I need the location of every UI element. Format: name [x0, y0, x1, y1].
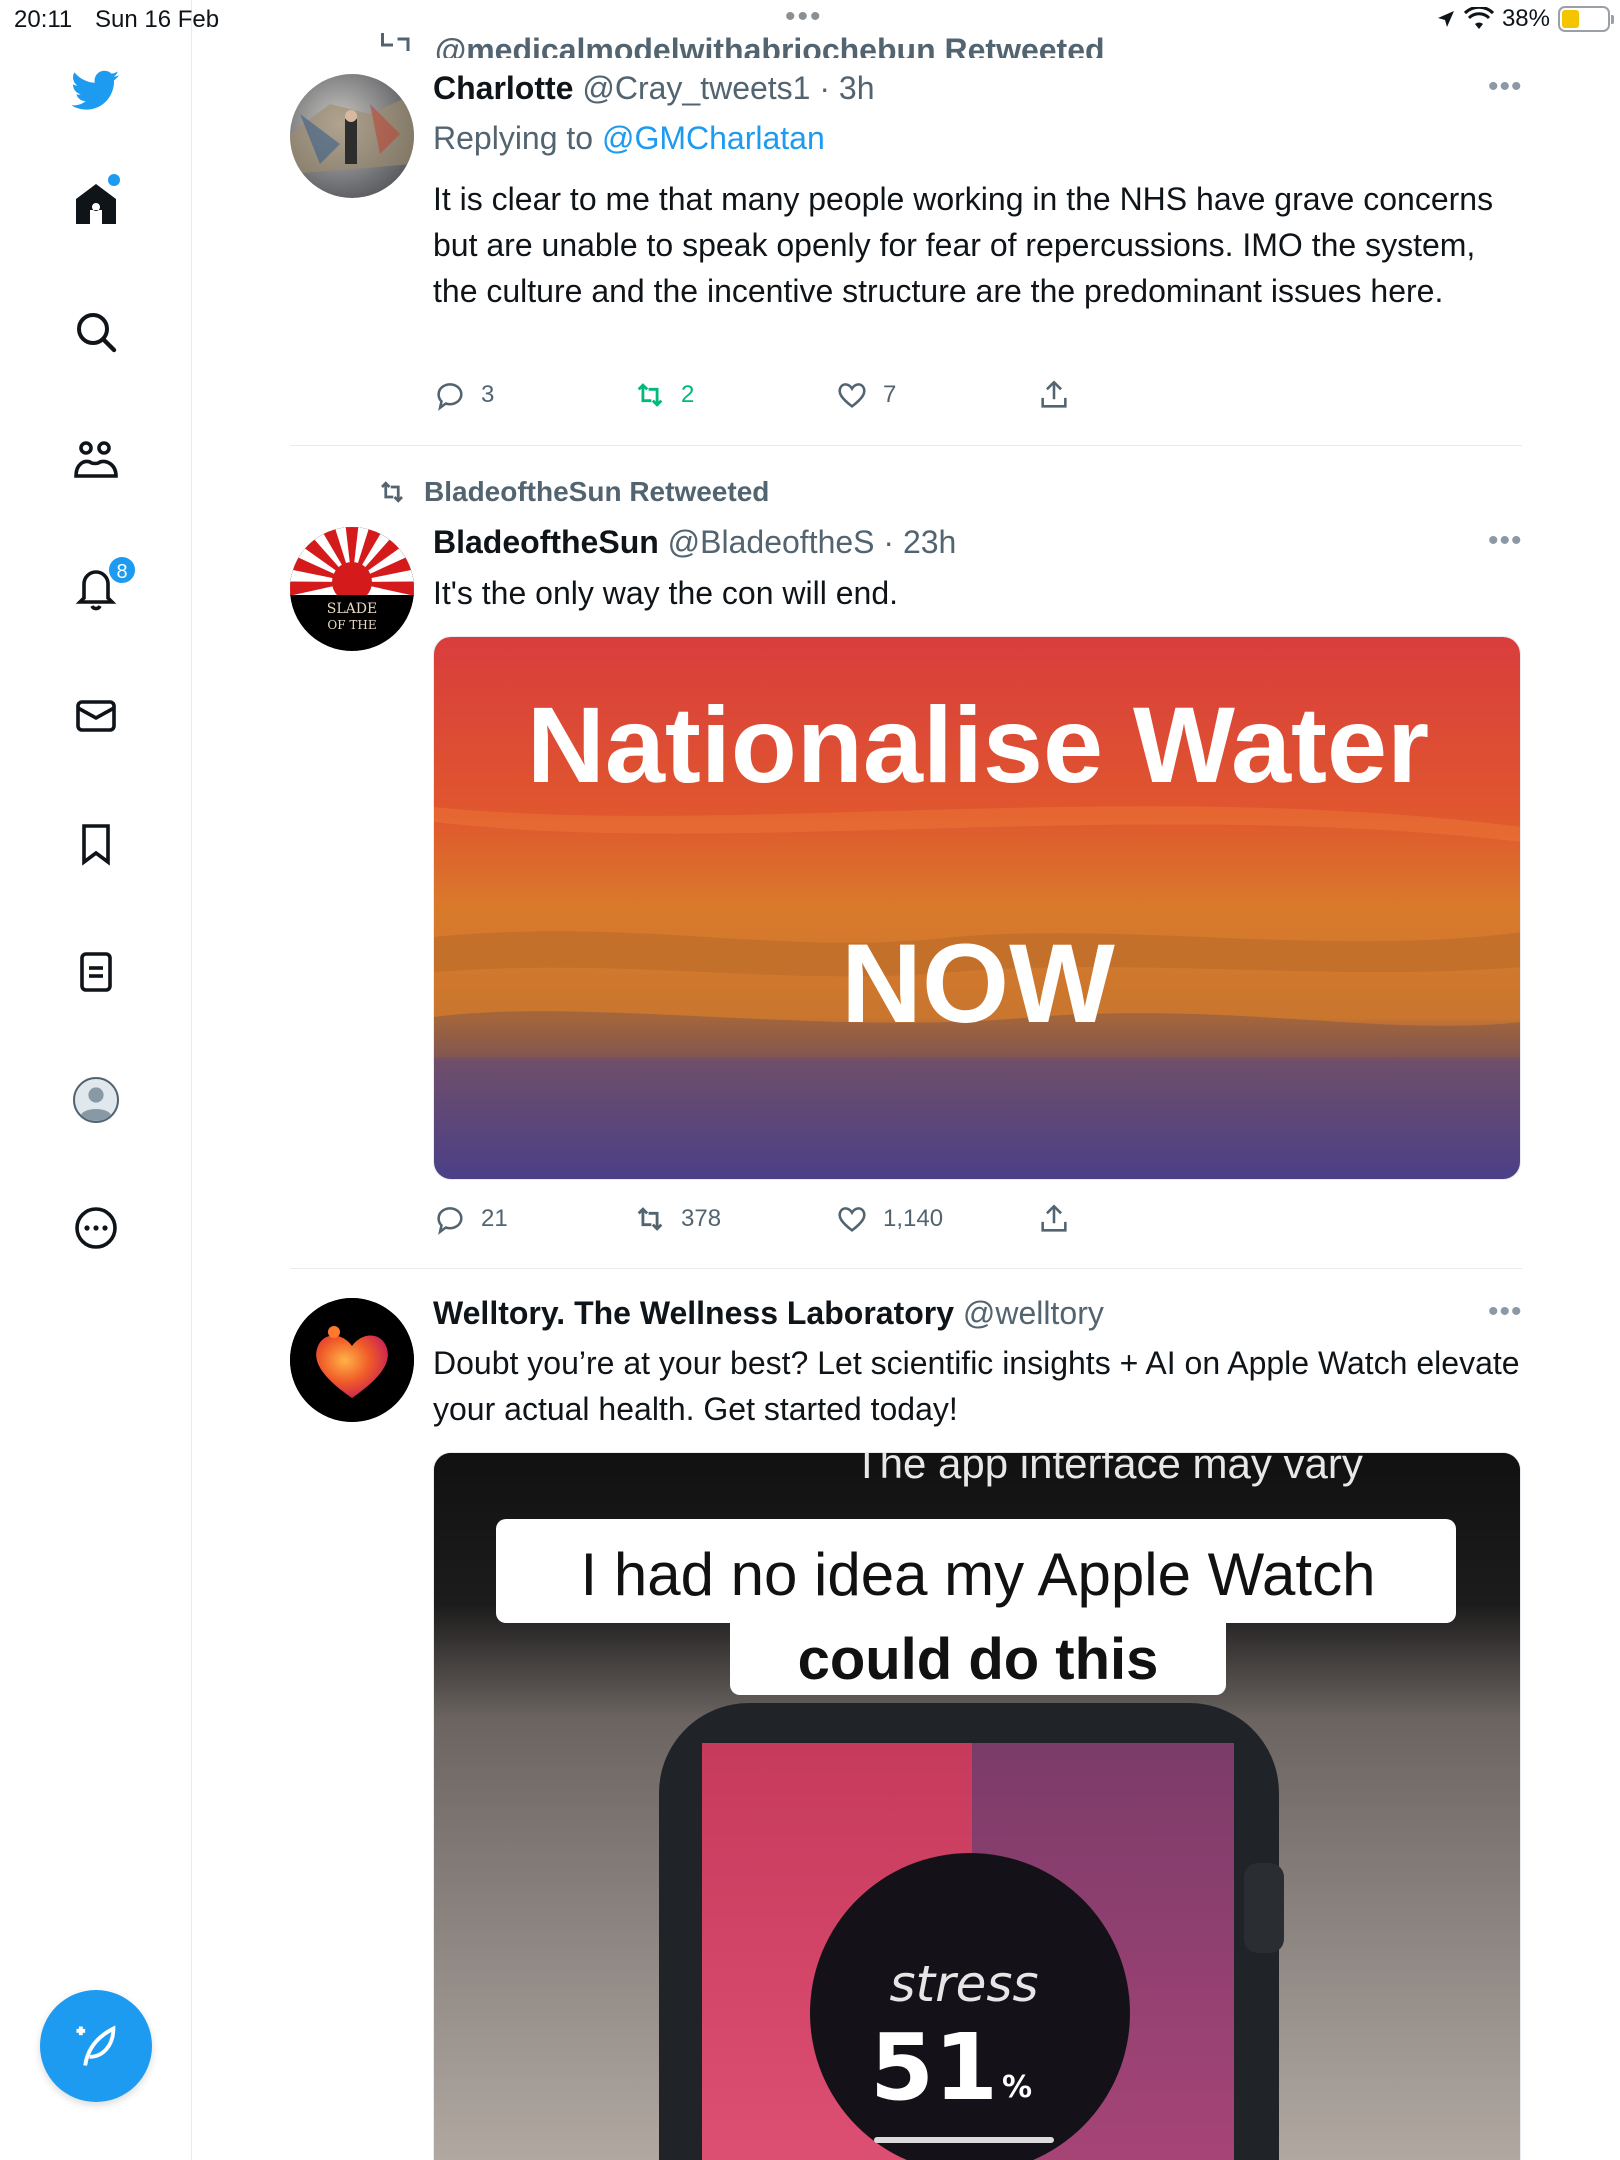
home-unread-dot [108, 174, 120, 186]
status-bar: 20:11 Sun 16 Feb ••• 38% [0, 0, 1620, 40]
tweet-image[interactable]: Nationalise Water NOW [433, 636, 1521, 1180]
tweet-text: It is clear to me that many people worki… [433, 181, 1494, 309]
notifications-badge: 8 [107, 555, 137, 585]
replying-to: Replying to @GMCharlatan [433, 120, 825, 156]
tweet-text: It's the only way the con will end. [433, 575, 899, 611]
video-title-line1: I had no idea my Apple Watch [581, 1541, 1376, 1608]
reply-icon [437, 1207, 463, 1235]
tweet-time[interactable]: · 23h [883, 524, 956, 560]
retweet-button[interactable]: 378 [633, 1202, 721, 1236]
share-icon [1041, 1204, 1067, 1232]
apple-watch-video-frame: The app interface may vary I had no idea… [434, 1453, 1520, 2160]
share-button[interactable] [1037, 1202, 1071, 1236]
reply-button[interactable]: 21 [433, 1202, 508, 1236]
retweet-button[interactable]: 2 [633, 378, 694, 412]
location-icon [1437, 11, 1454, 27]
like-count: 1,140 [883, 1205, 944, 1232]
tweet-author-line: BladeoftheSun @BladeoftheS · 23h [433, 524, 956, 561]
image-headline-line1: Nationalise Water [527, 684, 1429, 805]
tweet-video[interactable]: The app interface may vary I had no idea… [433, 1452, 1521, 2160]
like-button[interactable]: 1,140 [835, 1202, 943, 1236]
home-icon[interactable] [62, 170, 130, 238]
wifi-icon [1463, 7, 1494, 29]
twitter-ipad-screen: 20:11 Sun 16 Feb ••• 38% 8 @medicalmodel… [0, 0, 1620, 2160]
reply-count: 3 [481, 381, 495, 408]
multitasking-dots-icon[interactable]: ••• [785, 0, 823, 34]
tweet-author-line: Charlotte @Cray_tweets1 · 3h [433, 70, 875, 107]
retweet-icon [637, 1207, 663, 1231]
messages-icon[interactable] [62, 682, 130, 750]
tweet-divider [290, 1268, 1522, 1269]
tweet-time[interactable]: · 3h [819, 70, 874, 106]
reply-button[interactable]: 3 [433, 378, 494, 412]
bookmarks-icon[interactable] [62, 810, 130, 878]
status-date: Sun 16 Feb [95, 6, 220, 33]
heart-icon [838, 383, 866, 408]
tweet-more-icon[interactable]: ••• [1488, 70, 1523, 104]
tweet-text: Doubt you’re at your best? Let scientifi… [433, 1345, 1520, 1427]
status-time: 20:11 [14, 6, 73, 33]
twitter-logo-icon[interactable] [62, 56, 130, 124]
author-display-name[interactable]: Welltory. The Wellness Laboratory [433, 1295, 954, 1331]
avatar-logo-text-2: OF THE [327, 618, 376, 632]
compose-tweet-button[interactable] [40, 1990, 152, 2102]
author-display-name[interactable]: Charlotte [433, 70, 573, 106]
retweet-context-text: BladeoftheSun Retweeted [424, 476, 770, 507]
replying-to-handle[interactable]: @GMCharlatan [602, 120, 825, 156]
communities-icon[interactable] [62, 426, 130, 494]
search-icon[interactable] [62, 298, 130, 366]
battery-icon [1558, 6, 1614, 32]
compose-feather-icon [76, 2025, 116, 2066]
like-count: 7 [883, 381, 897, 408]
watch-metric-label: stress [889, 1955, 1038, 2013]
tweet-author-line: Welltory. The Wellness Laboratory @wellt… [433, 1295, 1104, 1332]
avatar[interactable]: SLADE OF THE [290, 527, 414, 651]
retweet-count: 378 [681, 1205, 722, 1232]
tweet-more-icon[interactable]: ••• [1488, 1295, 1523, 1329]
avatar[interactable] [290, 74, 414, 198]
author-handle[interactable]: @Cray_tweets1 [582, 70, 810, 106]
retweet-context[interactable]: BladeoftheSun Retweeted [374, 476, 769, 508]
author-handle[interactable]: @welltory [963, 1295, 1104, 1331]
share-button[interactable] [1037, 378, 1071, 412]
more-icon[interactable] [62, 1194, 130, 1262]
nationalise-water-image: Nationalise Water NOW [434, 637, 1520, 1179]
tweet-divider [290, 445, 1522, 446]
like-button[interactable]: 7 [835, 378, 896, 412]
status-right: 38% [1436, 5, 1614, 33]
avatar-logo-text-1: SLADE [327, 601, 377, 617]
battery-percent: 38% [1501, 5, 1550, 32]
video-title-line2: could do this [798, 1627, 1159, 1692]
retweet-count: 2 [681, 381, 695, 408]
image-headline-line2: NOW [841, 921, 1115, 1046]
lists-icon[interactable] [62, 938, 130, 1006]
retweet-icon [637, 383, 663, 407]
author-handle[interactable]: @BladeoftheS [668, 524, 875, 560]
watch-metric-unit: % [1002, 2070, 1032, 2105]
share-icon [1041, 380, 1067, 408]
profile-icon[interactable] [62, 1066, 130, 1134]
watch-metric-value: 51 [870, 2014, 998, 2121]
tweet-more-icon[interactable]: ••• [1488, 524, 1523, 558]
reply-icon [437, 383, 463, 411]
sidebar-nav: 8 [0, 0, 192, 2160]
heart-icon [838, 1207, 866, 1232]
reply-count: 21 [481, 1205, 508, 1232]
video-top-caption: The app interface may vary [854, 1453, 1363, 1487]
avatar[interactable] [290, 1298, 414, 1422]
retweet-icon [381, 481, 403, 503]
author-display-name[interactable]: BladeoftheSun [433, 524, 659, 560]
